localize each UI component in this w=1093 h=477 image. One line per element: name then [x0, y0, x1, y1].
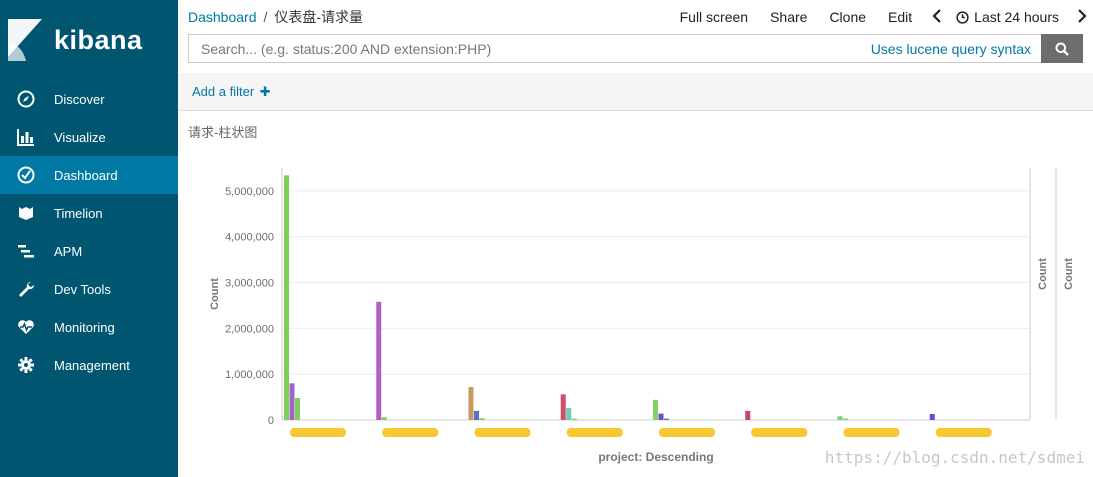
full-screen-button[interactable]: Full screen — [680, 9, 748, 25]
share-button[interactable]: Share — [770, 9, 807, 25]
sidebar: kibana Discover Visualize Dashboard Timelio… — [0, 0, 178, 477]
sidebar-nav: Discover Visualize Dashboard Timelion APM Dev… — [0, 80, 178, 384]
top-actions: Full screen Share Clone Edit Last 24 hou… — [658, 8, 1093, 26]
x-tick-label-redacted — [659, 428, 715, 437]
kibana-logo[interactable]: kibana — [0, 0, 178, 80]
filter-bar: Add a filter ✚ — [178, 73, 1093, 111]
search-placeholder: Search... (e.g. status:200 AND extension… — [201, 40, 492, 57]
sidebar-item-timelion[interactable]: Timelion — [0, 194, 178, 232]
wrench-icon — [16, 279, 36, 299]
top-nav: Dashboard / 仪表盘-请求量 Full screen Share Cl… — [178, 0, 1093, 34]
y-tick-label: 5,000,000 — [225, 186, 274, 198]
right-axis-label: Count — [1063, 258, 1075, 290]
y-axis-label: Count — [209, 278, 221, 310]
sidebar-item-dev-tools[interactable]: Dev Tools — [0, 270, 178, 308]
sidebar-item-label: Visualize — [54, 129, 106, 145]
compass-icon — [16, 89, 36, 109]
x-tick-label-redacted — [843, 428, 900, 437]
chevron-left-icon[interactable] — [932, 8, 942, 26]
sidebar-item-label: APM — [54, 243, 83, 259]
bar — [479, 418, 485, 420]
y-tick-label: 4,000,000 — [225, 232, 274, 244]
sidebar-item-label: Discover — [54, 91, 105, 107]
bar — [745, 410, 751, 420]
sidebar-item-visualize[interactable]: Visualize — [0, 118, 178, 156]
sidebar-item-discover[interactable]: Discover — [0, 80, 178, 118]
bar — [289, 383, 295, 420]
lucene-syntax-link[interactable]: Uses lucene query syntax — [871, 41, 1031, 57]
bar — [571, 418, 577, 420]
search-icon — [1055, 42, 1069, 56]
bar — [468, 387, 474, 420]
x-axis-label: project: Descending — [598, 450, 713, 464]
bar — [837, 416, 843, 420]
breadcrumb-current: 仪表盘-请求量 — [274, 9, 364, 25]
sidebar-item-apm[interactable]: APM — [0, 232, 178, 270]
x-tick-label-redacted — [751, 428, 808, 437]
breadcrumb-separator: / — [263, 9, 268, 25]
main-content: Dashboard / 仪表盘-请求量 Full screen Share Cl… — [178, 0, 1093, 477]
kibana-app: kibana Discover Visualize Dashboard Timelio… — [0, 0, 1093, 477]
y-tick-label: 2,000,000 — [225, 323, 274, 335]
add-filter-button[interactable]: Add a filter ✚ — [192, 84, 271, 100]
search-button[interactable] — [1041, 34, 1083, 63]
time-picker[interactable]: Last 24 hours — [956, 9, 1059, 25]
panel-title: 请求-柱状图 — [188, 125, 258, 140]
bar — [929, 414, 935, 420]
y-tick-label: 3,000,000 — [225, 278, 274, 290]
edit-button[interactable]: Edit — [888, 9, 912, 25]
bar — [295, 398, 300, 420]
sidebar-item-monitoring[interactable]: Monitoring — [0, 308, 178, 346]
logo-text: kibana — [54, 24, 143, 55]
breadcrumb-dashboard-link[interactable]: Dashboard — [188, 9, 257, 25]
apm-icon — [16, 241, 36, 261]
x-tick-label-redacted — [474, 428, 531, 437]
bar — [566, 408, 572, 420]
y-tick-label: 1,000,000 — [225, 369, 274, 381]
search-input[interactable]: Search... (e.g. status:200 AND extension… — [188, 34, 1041, 63]
sidebar-item-label: Dev Tools — [54, 281, 111, 297]
y-tick-label: 0 — [268, 415, 274, 427]
add-filter-label: Add a filter — [192, 83, 255, 99]
dashboard-icon — [16, 165, 36, 185]
bar — [653, 399, 658, 420]
sidebar-item-label: Timelion — [54, 205, 103, 221]
x-tick-label-redacted — [382, 428, 439, 437]
bar — [843, 418, 848, 420]
sidebar-item-label: Management — [54, 357, 130, 373]
x-tick-label-redacted — [566, 428, 623, 437]
bar-chart-icon — [16, 127, 36, 147]
kibana-logo-icon — [8, 19, 42, 61]
bar — [474, 410, 479, 420]
sidebar-item-management[interactable]: Management — [0, 346, 178, 384]
time-label: Last 24 hours — [974, 9, 1059, 25]
query-bar: Search... (e.g. status:200 AND extension… — [188, 34, 1083, 64]
x-tick-label-redacted — [935, 428, 992, 437]
bar — [658, 413, 664, 420]
timelion-icon — [16, 203, 36, 223]
watermark-text: https://blog.csdn.net/sdmei — [824, 448, 1085, 467]
heartbeat-icon — [16, 317, 36, 337]
bar — [664, 418, 669, 420]
sidebar-item-label: Monitoring — [54, 319, 115, 335]
x-tick-label-redacted — [290, 428, 346, 437]
bar — [284, 175, 289, 420]
chevron-right-icon[interactable] — [1077, 8, 1087, 26]
bar-chart: 0 1,000,000 2,000,000 3,000,000 4,000,000 5,0… — [209, 168, 1075, 464]
plus-icon: ✚ — [259, 83, 271, 99]
bar — [376, 301, 382, 420]
clock-icon — [956, 10, 969, 24]
gear-icon — [16, 355, 36, 375]
bar — [381, 417, 387, 420]
sidebar-item-label: Dashboard — [54, 167, 118, 183]
clone-button[interactable]: Clone — [829, 9, 866, 25]
sidebar-item-dashboard[interactable]: Dashboard — [0, 156, 178, 194]
right-axis-label: Count — [1037, 258, 1049, 290]
bar — [560, 394, 566, 420]
